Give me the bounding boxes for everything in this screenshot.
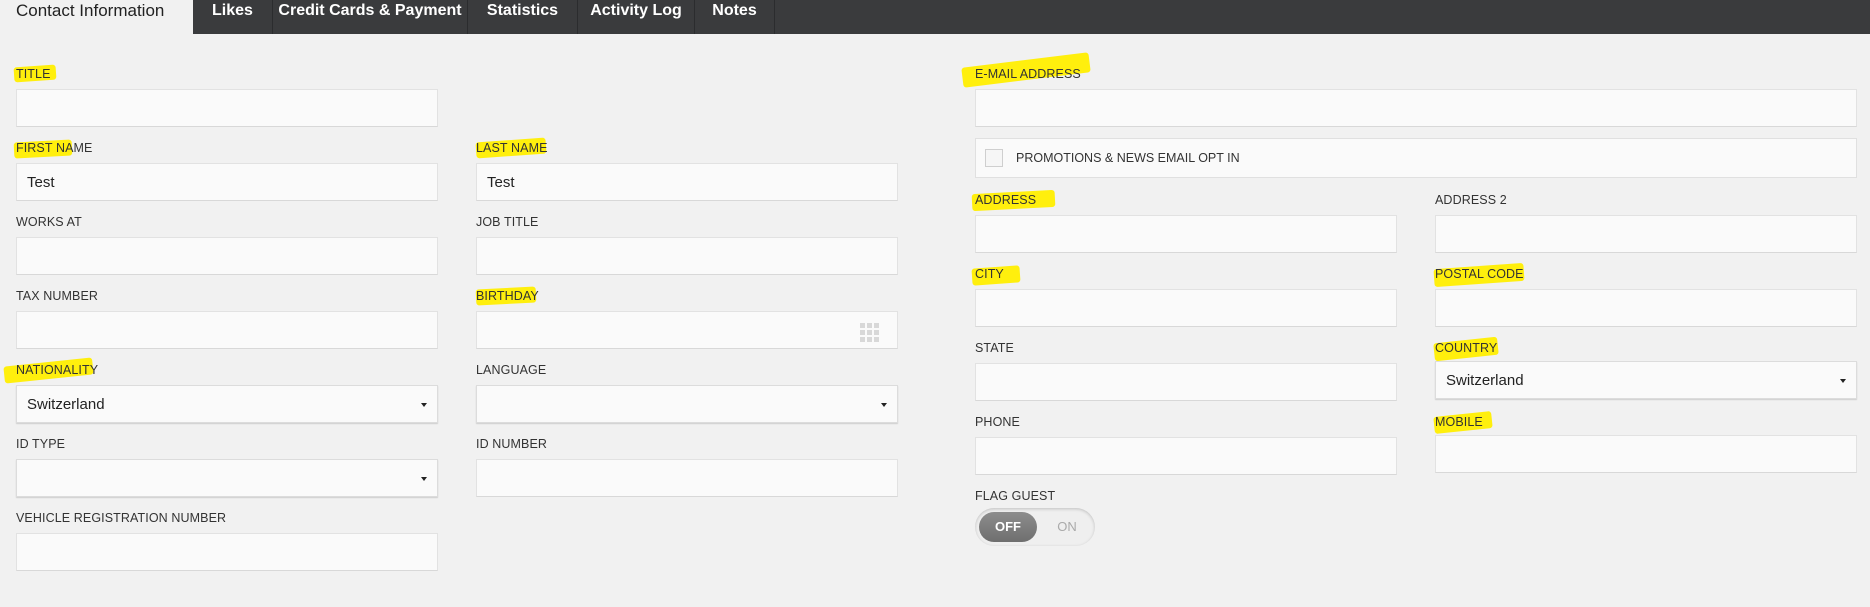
works-at-label: WORKS AT [16, 215, 82, 229]
flag-guest-label: FLAG GUEST [975, 489, 1056, 503]
job-title-label: JOB TITLE [476, 215, 539, 229]
address-input[interactable] [975, 215, 1397, 253]
promotions-optin-checkbox[interactable] [985, 149, 1003, 167]
state-input[interactable] [975, 363, 1397, 401]
id-type-label: ID TYPE [16, 437, 66, 451]
flag-guest-toggle[interactable]: OFF ON [975, 508, 1095, 546]
state-label: STATE [975, 341, 1014, 355]
tax-number-input[interactable] [16, 311, 438, 349]
address2-label: ADDRESS 2 [1435, 193, 1507, 207]
address2-input[interactable] [1435, 215, 1857, 253]
tab-notes[interactable]: Notes [695, 0, 775, 34]
first-name-input[interactable]: Test [16, 163, 438, 201]
phone-input[interactable] [975, 437, 1397, 475]
last-name-input[interactable]: Test [476, 163, 898, 201]
postal-code-label: POSTAL CODE [1435, 267, 1524, 281]
city-input[interactable] [975, 289, 1397, 327]
promotions-optin-label: PROMOTIONS & NEWS EMAIL OPT IN [1016, 151, 1240, 165]
job-title-input[interactable] [476, 237, 898, 275]
tab-credit-cards-payment[interactable]: Credit Cards & Payment [273, 0, 468, 34]
promotions-optin-row[interactable]: PROMOTIONS & NEWS EMAIL OPT IN [975, 138, 1857, 178]
title-label: TITLE [16, 67, 51, 81]
nationality-select[interactable]: Switzerland [16, 385, 438, 423]
tab-statistics[interactable]: Statistics [468, 0, 578, 34]
language-select[interactable] [476, 385, 898, 423]
mobile-label: MOBILE [1435, 415, 1483, 429]
country-label: COUNTRY [1435, 341, 1498, 355]
toggle-off-label: OFF [979, 512, 1037, 542]
last-name-label: LAST NAME [476, 141, 548, 155]
id-number-label: ID NUMBER [476, 437, 548, 451]
tax-number-label: TAX NUMBER [16, 289, 99, 303]
mobile-input[interactable] [1435, 435, 1857, 473]
tab-activity-log[interactable]: Activity Log [578, 0, 695, 34]
tab-contact-information[interactable]: Contact Information [0, 0, 193, 34]
language-label: LANGUAGE [476, 363, 547, 377]
vehicle-registration-input[interactable] [16, 533, 438, 571]
tab-likes[interactable]: Likes [193, 0, 273, 34]
toggle-on-label: ON [1057, 519, 1077, 534]
id-type-select[interactable] [16, 459, 438, 497]
id-number-input[interactable] [476, 459, 898, 497]
postal-code-input[interactable] [1435, 289, 1857, 327]
birthday-input[interactable] [476, 311, 898, 349]
calendar-grid-icon[interactable] [860, 323, 879, 342]
email-input[interactable] [975, 89, 1857, 127]
tab-bar: Contact Information Likes Credit Cards &… [0, 0, 1870, 34]
title-input[interactable] [16, 89, 438, 127]
birthday-label: BIRTHDAY [476, 289, 539, 303]
email-label: E-MAIL ADDRESS [975, 67, 1081, 81]
works-at-input[interactable] [16, 237, 438, 275]
address-label: ADDRESS [975, 193, 1037, 207]
first-name-label: FIRST NAME [16, 141, 93, 155]
phone-label: PHONE [975, 415, 1020, 429]
nationality-label: NATIONALITY [16, 363, 99, 377]
vehicle-registration-label: VEHICLE REGISTRATION NUMBER [16, 511, 227, 525]
country-select[interactable]: Switzerland [1435, 361, 1857, 399]
city-label: CITY [975, 267, 1004, 281]
